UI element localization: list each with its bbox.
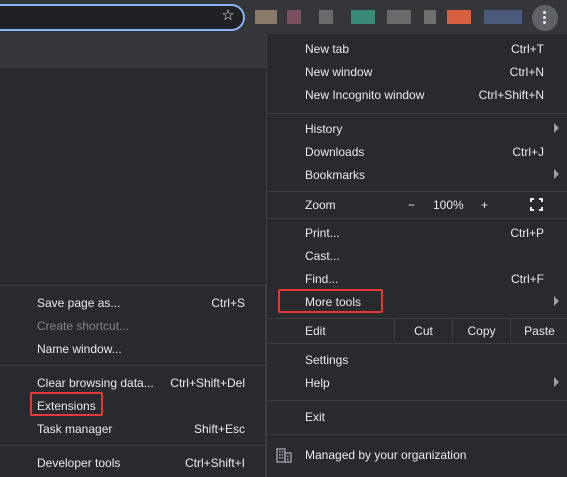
menu-item-help[interactable]: Help bbox=[267, 371, 567, 394]
copy-button[interactable]: Copy bbox=[452, 319, 510, 342]
submenu-arrow-icon bbox=[554, 169, 559, 179]
fullscreen-icon[interactable] bbox=[530, 198, 543, 211]
menu-divider bbox=[267, 191, 567, 192]
menu-item-label: History bbox=[305, 122, 343, 136]
menu-item-find[interactable]: Find... Ctrl+F bbox=[267, 267, 567, 290]
more-tools-submenu: Save page as... Ctrl+S Create shortcut..… bbox=[0, 285, 266, 477]
shortcut-label: Ctrl+T bbox=[511, 42, 544, 56]
menu-item-label: Exit bbox=[305, 410, 326, 424]
menu-item-zoom: Zoom − 100% + bbox=[267, 193, 567, 216]
menu-item-label: Zoom bbox=[305, 198, 336, 212]
menu-item-label: New Incognito window bbox=[305, 88, 425, 102]
menu-item-label: Developer tools bbox=[37, 456, 121, 470]
menu-item-label: Edit bbox=[305, 324, 326, 338]
submenu-item-clear-browsing-data[interactable]: Clear browsing data... Ctrl+Shift+Del bbox=[0, 371, 266, 394]
menu-divider bbox=[267, 343, 567, 344]
menu-divider bbox=[267, 218, 567, 219]
menu-item-edit: Edit Cut Copy Paste bbox=[267, 319, 567, 342]
customize-menu-button[interactable] bbox=[532, 5, 558, 31]
menu-item-new-window[interactable]: New window Ctrl+N bbox=[267, 60, 567, 83]
extension-icon[interactable] bbox=[424, 10, 436, 24]
paste-button[interactable]: Paste bbox=[510, 319, 567, 342]
cut-button[interactable]: Cut bbox=[394, 319, 452, 342]
menu-item-label: Help bbox=[305, 376, 330, 390]
submenu-item-save-page[interactable]: Save page as... Ctrl+S bbox=[0, 291, 266, 314]
menu-item-label: Find... bbox=[305, 272, 339, 286]
menu-divider bbox=[267, 400, 567, 401]
menu-item-cast[interactable]: Cast... bbox=[267, 244, 567, 267]
extension-icon[interactable] bbox=[484, 10, 522, 24]
menu-item-new-incognito[interactable]: New Incognito window Ctrl+Shift+N bbox=[267, 83, 567, 106]
submenu-arrow-icon bbox=[554, 123, 559, 133]
shortcut-label: Ctrl+Shift+N bbox=[478, 88, 544, 102]
zoom-in-button[interactable]: + bbox=[481, 198, 488, 212]
menu-divider bbox=[267, 113, 567, 114]
menu-item-managed[interactable]: Managed by your organization bbox=[267, 443, 567, 466]
menu-item-label: New tab bbox=[305, 42, 350, 56]
bookmark-star-icon[interactable]: ☆ bbox=[220, 8, 236, 24]
shortcut-label: Ctrl+P bbox=[510, 226, 544, 240]
menu-item-label: Clear browsing data... bbox=[37, 376, 154, 390]
menu-divider bbox=[0, 445, 266, 446]
menu-item-label: Cast... bbox=[305, 249, 340, 263]
extension-icon[interactable] bbox=[255, 10, 277, 24]
extensions-highlight bbox=[30, 392, 103, 416]
menu-item-exit[interactable]: Exit bbox=[267, 405, 567, 428]
kebab-dot-icon bbox=[543, 11, 546, 14]
shortcut-label: Ctrl+N bbox=[509, 65, 544, 79]
zoom-out-button[interactable]: − bbox=[408, 198, 415, 212]
menu-divider bbox=[0, 365, 266, 366]
bookmark-bar bbox=[0, 34, 266, 68]
extension-icon[interactable] bbox=[387, 10, 411, 24]
shortcut-label: Shift+Esc bbox=[193, 422, 245, 436]
menu-item-label: Downloads bbox=[305, 145, 365, 159]
submenu-arrow-icon bbox=[554, 296, 559, 306]
shortcut-label: Ctrl+S bbox=[211, 296, 245, 310]
extension-icon[interactable] bbox=[319, 10, 333, 24]
zoom-level: 100% bbox=[433, 198, 464, 212]
shortcut-label: Ctrl+Shift+Del bbox=[170, 376, 245, 390]
submenu-item-task-manager[interactable]: Task manager Shift+Esc bbox=[0, 417, 266, 440]
menu-item-label: Create shortcut... bbox=[37, 319, 130, 333]
extension-icon[interactable] bbox=[287, 10, 301, 24]
chrome-main-menu: New tab Ctrl+T New window Ctrl+N New Inc… bbox=[266, 34, 567, 477]
menu-item-label: Bookmarks bbox=[305, 168, 366, 182]
menu-item-label: Task manager bbox=[37, 422, 113, 436]
menu-item-label: Settings bbox=[305, 353, 349, 367]
menu-item-history[interactable]: History bbox=[267, 117, 567, 140]
building-icon bbox=[276, 448, 292, 463]
menu-item-label: Managed by your organization bbox=[305, 448, 467, 462]
kebab-dot-icon bbox=[543, 16, 546, 19]
extension-icon[interactable] bbox=[351, 10, 375, 24]
menu-item-settings[interactable]: Settings bbox=[267, 348, 567, 371]
submenu-item-create-shortcut: Create shortcut... bbox=[0, 314, 266, 337]
more-tools-highlight bbox=[278, 289, 383, 313]
menu-divider bbox=[267, 434, 567, 435]
menu-item-label: Save page as... bbox=[37, 296, 121, 310]
menu-item-label: Name window... bbox=[37, 342, 122, 356]
menu-item-label: Print... bbox=[305, 226, 340, 240]
kebab-dot-icon bbox=[543, 21, 546, 24]
shortcut-label: Ctrl+J bbox=[512, 145, 544, 159]
menu-item-downloads[interactable]: Downloads Ctrl+J bbox=[267, 140, 567, 163]
menu-item-new-tab[interactable]: New tab Ctrl+T bbox=[267, 37, 567, 60]
menu-item-bookmarks[interactable]: Bookmarks bbox=[267, 163, 567, 186]
browser-toolbar: ☆ bbox=[0, 0, 567, 34]
submenu-item-developer-tools[interactable]: Developer tools Ctrl+Shift+I bbox=[0, 451, 266, 474]
submenu-item-name-window[interactable]: Name window... bbox=[0, 337, 266, 360]
submenu-arrow-icon bbox=[554, 377, 559, 387]
shortcut-label: Ctrl+Shift+I bbox=[184, 456, 245, 470]
address-bar[interactable] bbox=[0, 4, 245, 31]
menu-item-label: New window bbox=[305, 65, 373, 79]
extension-icon[interactable] bbox=[447, 10, 471, 24]
shortcut-label: Ctrl+F bbox=[511, 272, 544, 286]
menu-item-print[interactable]: Print... Ctrl+P bbox=[267, 221, 567, 244]
